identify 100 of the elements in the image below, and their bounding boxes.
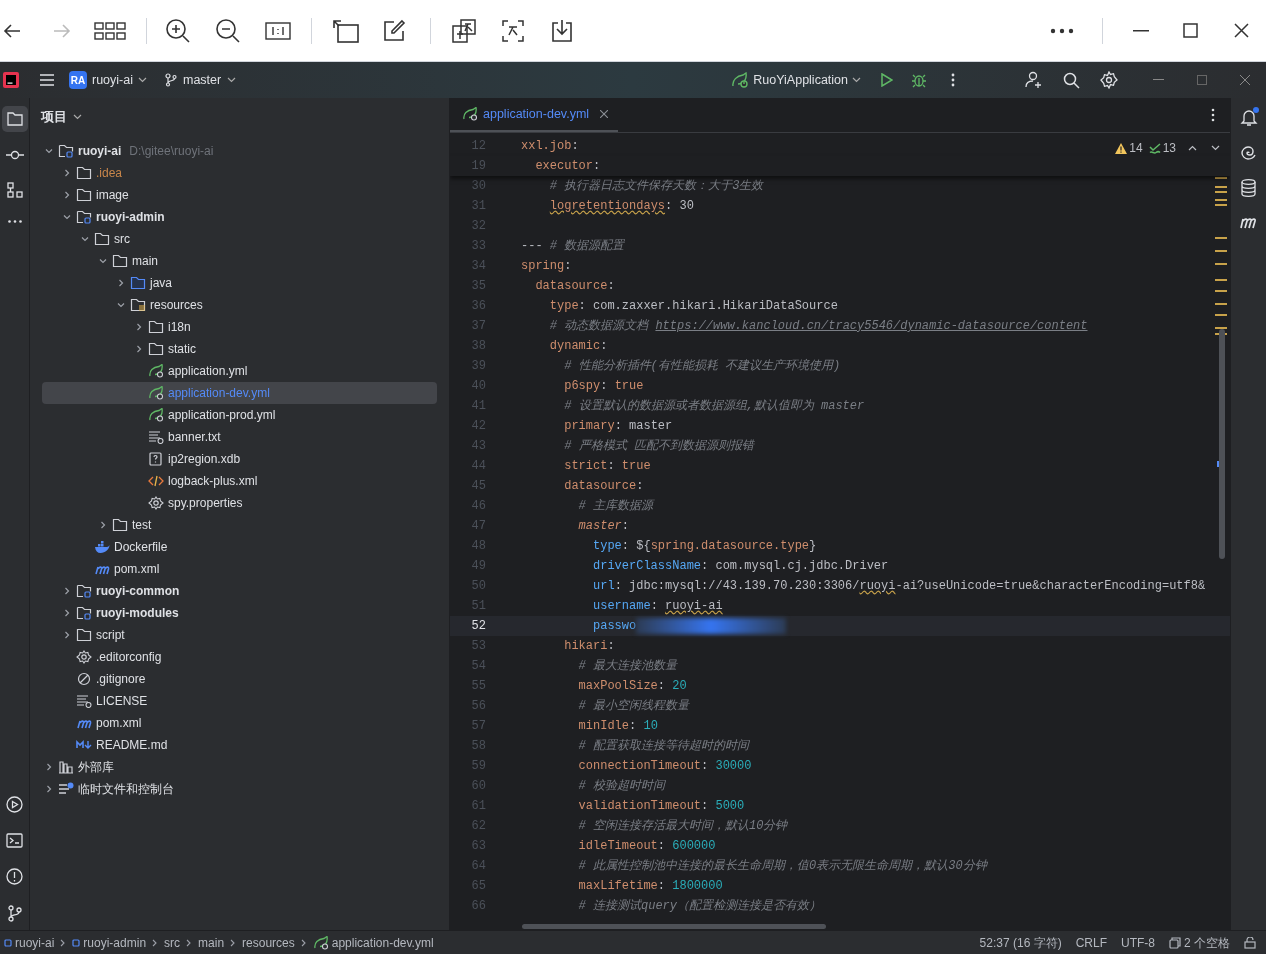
tree-item[interactable]: ruoyi-modules	[42, 602, 437, 624]
settings-icon[interactable]	[1100, 71, 1118, 89]
services-icon[interactable]	[6, 796, 23, 813]
scan-translate-icon[interactable]	[501, 18, 525, 43]
breadcrumb[interactable]: application-dev.yml	[312, 933, 434, 952]
caret-position[interactable]: 52:37 (16 字符)	[979, 933, 1062, 952]
code-line: # 执行器日志文件保存天数：大于3生效	[548, 177, 764, 195]
tree-item[interactable]: README.md	[42, 734, 437, 756]
breadcrumb[interactable]: ruoyi-admin	[72, 933, 147, 952]
tree-item[interactable]: .editorconfig	[42, 646, 437, 668]
close-icon[interactable]	[1234, 23, 1249, 38]
grid-icon[interactable]	[94, 20, 126, 41]
chevron-down-icon	[44, 146, 54, 156]
link[interactable]: https://www.kancloud.cn/tracy5546/dynamic-datasource/content	[655, 318, 1088, 333]
tree-item[interactable]: src	[42, 228, 437, 250]
library-icon	[58, 760, 74, 774]
project-selector[interactable]: RA ruoyi-ai	[67, 70, 149, 90]
tree-item[interactable]: pom.xml	[42, 558, 437, 580]
tree-item[interactable]: application-prod.yml	[42, 404, 437, 426]
tree-item[interactable]: 外部库	[42, 756, 437, 778]
tree-item[interactable]: ip2region.xdb	[42, 448, 437, 470]
actual-size-icon[interactable]	[265, 20, 291, 41]
tree-item[interactable]: java	[42, 272, 437, 294]
search-icon[interactable]	[1063, 71, 1080, 89]
editor-tab[interactable]: application-dev.yml	[450, 98, 619, 132]
project-panel-title[interactable]: 项目	[41, 107, 82, 127]
notifications-icon[interactable]	[1239, 108, 1258, 126]
branch-selector[interactable]: master	[165, 70, 237, 90]
run-configuration-selector[interactable]: RuoYiApplication	[731, 70, 861, 90]
more-icon[interactable]	[1050, 27, 1074, 34]
download-icon[interactable]	[551, 18, 573, 43]
tree-item[interactable]: .gitignore	[42, 668, 437, 690]
next-icon[interactable]	[1211, 145, 1220, 151]
warning-count[interactable]: 14	[1115, 139, 1143, 157]
breadcrumb[interactable]: src	[164, 933, 181, 952]
rotate-icon[interactable]	[332, 17, 360, 44]
tree-item[interactable]: static	[42, 338, 437, 360]
tree-item[interactable]: LICENSE	[42, 690, 437, 712]
maven-icon[interactable]	[1239, 215, 1258, 229]
folder-icon	[148, 320, 164, 334]
ide-logo-icon[interactable]	[3, 72, 19, 88]
problems-icon[interactable]	[6, 868, 23, 885]
bug-icon[interactable]	[911, 72, 927, 88]
tree-item[interactable]: main	[42, 250, 437, 272]
tree-item[interactable]: resources	[42, 294, 437, 316]
project-tool-button[interactable]	[1, 106, 28, 132]
tree-item[interactable]: i18n	[42, 316, 437, 338]
tree-item[interactable]: image	[42, 184, 437, 206]
code-line: # 最小空闲线程数量	[577, 697, 689, 715]
tree-item[interactable]: 临时文件和控制台	[42, 778, 437, 800]
horizontal-scrollbar[interactable]	[522, 924, 826, 929]
file-encoding[interactable]: UTF-8	[1121, 933, 1155, 952]
database-icon[interactable]	[1241, 179, 1256, 197]
chevron-right-icon	[116, 278, 126, 288]
tree-item[interactable]: ruoyi-common	[42, 580, 437, 602]
edit-icon[interactable]	[382, 18, 406, 43]
tree-item[interactable]: spy.properties	[42, 492, 437, 514]
tree-item[interactable]: logback-plus.xml	[42, 470, 437, 492]
minimize-icon[interactable]	[1133, 29, 1149, 32]
tree-item[interactable]: test	[42, 514, 437, 536]
run-icon[interactable]	[881, 73, 893, 87]
tree-item[interactable]: Dockerfile	[42, 536, 437, 558]
tree-item[interactable]: pom.xml	[42, 712, 437, 734]
weak-warning-count[interactable]: 13	[1148, 139, 1176, 157]
zoom-out-icon[interactable]	[215, 17, 241, 44]
text-file-icon	[148, 430, 164, 444]
more-icon[interactable]	[7, 220, 22, 223]
spring-icon	[462, 107, 478, 121]
add-user-icon[interactable]	[1025, 71, 1043, 89]
tree-item[interactable]: ruoyi-ai D:\gitee\ruoyi-ai	[42, 140, 437, 162]
indent-setting[interactable]: 2 个空格	[1169, 933, 1230, 952]
more-icon[interactable]	[1211, 108, 1215, 122]
breadcrumb[interactable]: ruoyi-ai	[4, 933, 55, 952]
swirl-icon[interactable]	[1240, 144, 1257, 161]
previous-icon[interactable]	[1188, 145, 1197, 151]
tree-item[interactable]: ruoyi-admin	[42, 206, 437, 228]
project-badge: RA	[69, 71, 87, 89]
git-branch-icon[interactable]	[7, 905, 22, 922]
terminal-icon[interactable]	[6, 833, 23, 848]
zoom-in-icon[interactable]	[165, 17, 191, 44]
breadcrumb[interactable]: resources	[242, 933, 295, 952]
line-separator[interactable]: CRLF	[1075, 933, 1107, 952]
tree-item[interactable]: script	[42, 624, 437, 646]
structure-icon[interactable]	[6, 182, 23, 198]
maximize-icon[interactable]	[1197, 75, 1207, 85]
tree-item[interactable]: application.yml	[42, 360, 437, 382]
translate-icon[interactable]	[451, 17, 477, 44]
commit-icon[interactable]	[5, 150, 24, 160]
breadcrumb[interactable]: main	[198, 933, 225, 952]
code-line: passwo	[592, 617, 637, 635]
more-icon[interactable]	[951, 73, 955, 87]
lock-icon[interactable]	[1244, 936, 1256, 949]
maximize-icon[interactable]	[1183, 23, 1198, 38]
code-line: logretentiondays: 30	[548, 197, 694, 215]
code-line: username: ruoyi-ai	[592, 597, 723, 615]
menu-icon[interactable]	[39, 73, 55, 87]
tree-item[interactable]: .idea	[42, 162, 437, 184]
chevron-right-icon	[62, 190, 72, 200]
tree-item[interactable]: banner.txt	[42, 426, 437, 448]
vertical-scrollbar[interactable]	[1219, 329, 1225, 559]
